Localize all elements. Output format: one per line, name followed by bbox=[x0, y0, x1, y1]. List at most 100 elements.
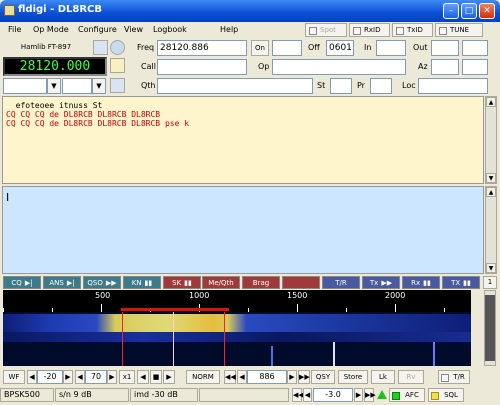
carrier-down-icon[interactable]: ◀ bbox=[237, 370, 247, 384]
rig-config-icon[interactable] bbox=[93, 40, 108, 55]
chevron-down-icon[interactable]: ▼ bbox=[92, 78, 106, 94]
carrier-up-icon[interactable]: ▶ bbox=[287, 370, 297, 384]
stop-icon[interactable]: ■ bbox=[150, 370, 162, 384]
macro-label: SK bbox=[172, 279, 182, 287]
carrier-field[interactable]: 886 bbox=[247, 370, 287, 384]
sql-toggle[interactable]: SQL bbox=[428, 388, 464, 402]
macro-glyph-icon: ▶▶ bbox=[105, 279, 117, 287]
extra-field-2[interactable] bbox=[462, 59, 488, 75]
waterfall-scroll-thumb[interactable] bbox=[485, 295, 495, 361]
rig-bw-select[interactable] bbox=[62, 78, 92, 94]
rx-scroll-down-icon[interactable]: ▼ bbox=[486, 173, 496, 183]
afc-value-field[interactable]: -3.0 bbox=[313, 388, 353, 402]
az-field[interactable] bbox=[431, 59, 459, 75]
st-field[interactable] bbox=[330, 78, 352, 94]
menu-view[interactable]: View bbox=[124, 25, 143, 34]
macro-button-5[interactable]: SK ▮▮ bbox=[163, 276, 201, 289]
rx-line-3: CQ CQ CQ de DL8RCB DL8RCB DL8RCB pse k bbox=[6, 119, 190, 128]
extra-field-1[interactable] bbox=[462, 40, 488, 56]
pr-field[interactable] bbox=[370, 78, 392, 94]
slower-icon[interactable]: ◀ bbox=[137, 370, 149, 384]
rxid-toggle[interactable]: RxID bbox=[349, 23, 390, 37]
out-field[interactable] bbox=[431, 40, 459, 56]
mode-status[interactable]: BPSK500 bbox=[0, 388, 54, 402]
carrier-trace bbox=[333, 342, 335, 366]
rx-scroll-up-icon[interactable]: ▲ bbox=[486, 97, 496, 107]
macro-button-9[interactable]: T/R bbox=[322, 276, 360, 289]
macro-button-3[interactable]: QSO ▶▶ bbox=[83, 276, 121, 289]
frequency-display[interactable]: 28120.000 bbox=[3, 57, 107, 76]
txid-toggle[interactable]: TxID bbox=[392, 23, 433, 37]
range-decrease-icon[interactable]: ◀ bbox=[75, 370, 85, 384]
afc-toggle[interactable]: AFC bbox=[389, 388, 425, 402]
globe-icon[interactable] bbox=[110, 40, 125, 55]
in-field[interactable] bbox=[376, 40, 406, 56]
macro-button-12[interactable]: TX ▮▮ bbox=[442, 276, 480, 289]
carrier-fast-up-icon[interactable]: ▶▶ bbox=[298, 370, 310, 384]
norm-button[interactable]: NORM bbox=[186, 370, 220, 384]
macro-glyph-icon: ▮▮ bbox=[423, 279, 431, 287]
freq-field[interactable]: 28120.886 bbox=[157, 40, 247, 56]
rx-scrollbar[interactable] bbox=[485, 96, 497, 184]
op-field[interactable] bbox=[272, 59, 406, 75]
maximize-button[interactable]: □ bbox=[461, 3, 477, 19]
zoom-button[interactable]: x1 bbox=[119, 370, 135, 384]
waterfall-display[interactable] bbox=[3, 312, 471, 366]
chevron-down-icon[interactable]: ▼ bbox=[47, 78, 61, 94]
afc-down-icon[interactable]: ◀ bbox=[303, 388, 312, 402]
tx-scroll-up-icon[interactable]: ▲ bbox=[486, 187, 496, 197]
store-button[interactable]: Store bbox=[338, 370, 368, 384]
spot-label: Spot bbox=[320, 26, 336, 34]
afc-up-icon[interactable]: ▶ bbox=[354, 388, 363, 402]
qth-field[interactable] bbox=[157, 78, 313, 94]
menu-logbook[interactable]: Logbook bbox=[153, 25, 187, 34]
faster-icon[interactable]: ▶ bbox=[163, 370, 175, 384]
range-increase-icon[interactable]: ▶ bbox=[107, 370, 117, 384]
macro-button-6[interactable]: Me/Qth bbox=[202, 276, 240, 289]
spot-toggle[interactable]: Spot bbox=[305, 23, 347, 37]
afc-fast-down-icon[interactable]: ◀◀ bbox=[292, 388, 304, 402]
on-button[interactable]: On bbox=[251, 40, 269, 56]
tune-toggle[interactable]: TUNE bbox=[435, 23, 483, 37]
macro-button-2[interactable]: ANS ▶| bbox=[43, 276, 81, 289]
macro-button-10[interactable]: Tx ▶▶ bbox=[362, 276, 400, 289]
reverse-button[interactable]: Rv bbox=[398, 370, 424, 384]
menu-op-mode[interactable]: Op Mode bbox=[33, 25, 69, 34]
macro-button-7[interactable]: Brag bbox=[242, 276, 280, 289]
menu-file[interactable]: File bbox=[8, 25, 21, 34]
ref-level-decrease-icon[interactable]: ◀ bbox=[27, 370, 37, 384]
off-label: Off bbox=[308, 43, 320, 52]
frequency-scale: 500 1000 1500 2000 bbox=[3, 290, 471, 312]
rig-mode-select[interactable] bbox=[3, 78, 47, 94]
broom-icon[interactable] bbox=[110, 58, 125, 73]
scale-label-500: 500 bbox=[95, 291, 111, 300]
macro-button-1[interactable]: CQ ▶| bbox=[3, 276, 41, 289]
menu-help[interactable]: Help bbox=[220, 25, 238, 34]
wf-mode-button[interactable]: WF bbox=[3, 370, 25, 384]
lock-button[interactable]: Lk bbox=[371, 370, 395, 384]
afc-fast-up-icon[interactable]: ▶▶ bbox=[364, 388, 376, 402]
tx-scrollbar[interactable] bbox=[485, 186, 497, 274]
call-field[interactable] bbox=[157, 59, 247, 75]
qsy-button[interactable]: QSY bbox=[311, 370, 335, 384]
rig-settings-icon[interactable] bbox=[110, 78, 125, 93]
ref-level-increase-icon[interactable]: ▶ bbox=[63, 370, 73, 384]
macro-button-8[interactable] bbox=[282, 276, 320, 289]
carrier-fast-down-icon[interactable]: ◀◀ bbox=[224, 370, 236, 384]
macro-button-11[interactable]: Rx ▮▮ bbox=[402, 276, 440, 289]
close-button[interactable]: ✕ bbox=[479, 3, 495, 19]
off-field[interactable]: 0601 bbox=[326, 40, 354, 56]
macro-button-4[interactable]: KN ▮▮ bbox=[123, 276, 161, 289]
rx-text-pane[interactable]: efoteoee itnuss St CQ CQ CQ de DL8RCB DL… bbox=[2, 96, 484, 184]
tr-toggle[interactable]: T/R bbox=[438, 370, 470, 384]
minimize-button[interactable]: – bbox=[443, 3, 459, 19]
app-icon bbox=[4, 5, 15, 16]
ref-level-field[interactable]: -20 bbox=[37, 370, 63, 384]
range-field[interactable]: 70 bbox=[85, 370, 107, 384]
menu-configure[interactable]: Configure bbox=[78, 25, 117, 34]
loc-field[interactable] bbox=[418, 78, 488, 94]
tx-scroll-down-icon[interactable]: ▼ bbox=[486, 263, 496, 273]
macro-set-button[interactable]: 1 bbox=[483, 276, 497, 289]
tx-text-pane[interactable]: I bbox=[2, 186, 484, 274]
on-field[interactable] bbox=[272, 40, 302, 56]
